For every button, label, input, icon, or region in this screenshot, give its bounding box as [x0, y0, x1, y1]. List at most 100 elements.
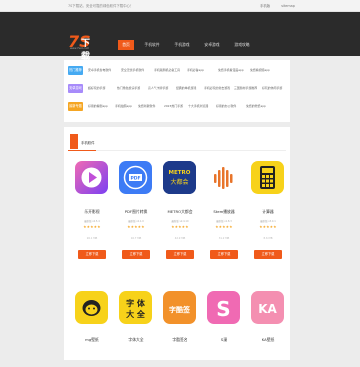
signature-icon: 字酷签: [163, 291, 196, 324]
download-button[interactable]: 立即下载: [210, 250, 238, 259]
category-link[interactable]: 安卓手机省电软件: [88, 68, 111, 72]
nav-mobile-games[interactable]: 手机游戏: [170, 40, 194, 50]
s-logo-icon: S: [207, 291, 240, 324]
category-link[interactable]: 经典的单机游戏: [176, 86, 196, 90]
top-links: 手机版 sitemap: [260, 3, 305, 8]
s-text: S: [216, 297, 230, 321]
nav-home[interactable]: 首页: [118, 40, 134, 50]
app-meta: 最新版 v2.1.0: [128, 220, 144, 223]
site-header: 7S 下载 www.7sxz.com 首页 手机软件 手机游戏 安卓游戏 游戏攻…: [0, 12, 360, 62]
category-link[interactable]: 手机拍照app: [115, 104, 132, 108]
section-underline: [68, 150, 96, 151]
app-card[interactable]: mg壁纸: [72, 287, 112, 367]
nav-game-guides[interactable]: 游戏攻略: [230, 40, 254, 50]
category-link[interactable]: 十大手机浏览器: [188, 104, 208, 108]
app-card[interactable]: METRO 大都会 METRO大都会 最新版 v2.4.10 ★★★★★ 42.9…: [160, 157, 200, 289]
category-tag: 最新专题: [68, 102, 83, 111]
rating-stars: ★★★★★: [127, 225, 145, 229]
category-link[interactable]: 超好玩的手游: [88, 86, 105, 90]
category-row: 热门推荐 安卓手机省电软件 安全无忧手机软件 手机版刷机必备工具 手机必备app…: [68, 66, 288, 76]
app-name: KA壁纸: [261, 337, 275, 342]
mobile-link[interactable]: 手机版: [260, 4, 270, 8]
rating-stars: ★★★★★: [83, 225, 101, 229]
pdf-text: PDF: [130, 176, 140, 182]
app-meta: 最新版 v2.5.4: [84, 220, 100, 223]
app-size: 31.2 MB: [218, 237, 230, 240]
category-link[interactable]: 好用的看剧app: [88, 104, 108, 108]
category-link[interactable]: 免费手机看漫画app: [218, 68, 244, 72]
app-size: 16.7 MB: [130, 237, 142, 240]
download-button[interactable]: 立即下载: [254, 250, 282, 259]
app-card[interactable]: S S漫: [204, 287, 244, 367]
category-link[interactable]: 免费听歌软件: [138, 104, 155, 108]
section-marker: [70, 134, 78, 149]
nav-android-games[interactable]: 安卓游戏: [200, 40, 224, 50]
app-name: 乐开影视: [84, 209, 100, 214]
category-link[interactable]: 手机必玩的射击游戏: [204, 86, 230, 90]
category-tag: 热门推荐: [68, 66, 83, 75]
app-name: 字酷签名: [172, 337, 188, 342]
calculator-icon: [251, 161, 284, 194]
app-card[interactable]: 字 体大 全 字体大全: [116, 287, 156, 367]
category-row: 安卓游戏 超好玩的手游 热门角色扮演手游 高人气卡牌手游 经典的单机游戏 手机必…: [68, 84, 288, 94]
app-card[interactable]: 字酷签 字酷签名: [160, 287, 200, 367]
ka-text: KA: [258, 302, 277, 316]
category-link[interactable]: 好用的办公软件: [216, 104, 236, 108]
category-box: 热门推荐 安卓手机省电软件 安全无忧手机软件 手机版刷机必备工具 手机必备app…: [64, 60, 290, 122]
download-button[interactable]: 立即下载: [122, 250, 150, 259]
metro-text: METRO: [169, 170, 191, 176]
welcome-text: 7S下载站，安全可靠的绿色软件下载中心！: [68, 4, 134, 8]
sign-text: 字酷签: [169, 305, 191, 314]
app-card[interactable]: 计算器 最新版 v3.0.1 ★★★★★ 8.6 MB 立即下载: [248, 157, 288, 289]
ka-logo-icon: KA: [251, 291, 284, 324]
section-title: 手机软件: [81, 141, 95, 145]
software-section: 手机软件 乐开影视 最新版 v2.5.4 ★★★★★ 26.1 MB 立即下载 …: [64, 127, 290, 360]
app-name: mg壁纸: [85, 337, 99, 342]
download-button[interactable]: 立即下载: [166, 250, 194, 259]
category-link[interactable]: 免费的壁纸app: [246, 104, 266, 108]
app-meta: 最新版 v3.0.1: [260, 220, 276, 223]
category-link[interactable]: 手机必备app: [187, 68, 204, 72]
category-link[interactable]: 热门角色扮演手游: [117, 86, 140, 90]
logo-url: www.7sxz.com: [70, 47, 90, 50]
rating-stars: ★★★★★: [215, 225, 233, 229]
app-card[interactable]: PDF PDF图片转换 最新版 v2.1.0 ★★★★★ 16.7 MB 立即下…: [116, 157, 156, 289]
metro-icon: METRO 大都会: [163, 161, 196, 194]
svg-text:大 全: 大 全: [126, 309, 146, 319]
category-link[interactable]: 免费看视频app: [250, 68, 270, 72]
category-link[interactable]: 安全无忧手机软件: [121, 68, 144, 72]
app-name: S漫: [220, 337, 228, 342]
app-name: METRO大都会: [167, 209, 193, 214]
app-name: 计算器: [262, 209, 274, 214]
category-link[interactable]: 高人气卡牌手游: [148, 86, 168, 90]
dog-icon: [75, 291, 108, 324]
app-card[interactable]: Stem播放器 最新版 v1.8.3 ★★★★★ 31.2 MB 立即下载: [204, 157, 244, 289]
category-link[interactable]: 手机版刷机必备工具: [154, 68, 180, 72]
rating-stars: ★★★★★: [171, 225, 189, 229]
app-name: 字体大全: [128, 337, 144, 342]
font-icon: 字 体大 全: [119, 291, 152, 324]
app-name: Stem播放器: [213, 209, 235, 214]
play-icon: [75, 161, 108, 194]
app-meta: 最新版 v1.8.3: [216, 220, 232, 223]
nav-mobile-software[interactable]: 手机软件: [140, 40, 164, 50]
app-size: 8.6 MB: [263, 237, 273, 240]
category-link[interactable]: 2023热门手游: [164, 104, 183, 108]
metro-sub-text: 大都会: [170, 178, 188, 186]
site-logo[interactable]: 7S 下载 www.7sxz.com: [68, 32, 98, 62]
app-name: PDF图片转换: [124, 209, 148, 214]
download-button[interactable]: 立即下载: [78, 250, 106, 259]
app-card[interactable]: KA KA壁纸: [248, 287, 288, 367]
section-header: 手机软件: [68, 131, 286, 151]
category-tag: 安卓游戏: [68, 84, 83, 93]
svg-text:字 体: 字 体: [126, 298, 146, 308]
pdf-icon: PDF: [119, 161, 152, 194]
app-meta: 最新版 v2.4.10: [171, 220, 189, 223]
app-size: 42.9 MB: [174, 237, 186, 240]
category-link[interactable]: 好玩的休闲手游: [262, 86, 282, 90]
top-bar: 7S下载站，安全可靠的绿色软件下载中心！ 手机版 sitemap: [0, 0, 360, 12]
app-card[interactable]: 乐开影视 最新版 v2.5.4 ★★★★★ 26.1 MB 立即下载: [72, 157, 112, 289]
sitemap-link[interactable]: sitemap: [281, 4, 295, 8]
category-link[interactable]: 三国题材手游推荐: [234, 86, 257, 90]
waveform-icon: [207, 161, 240, 194]
